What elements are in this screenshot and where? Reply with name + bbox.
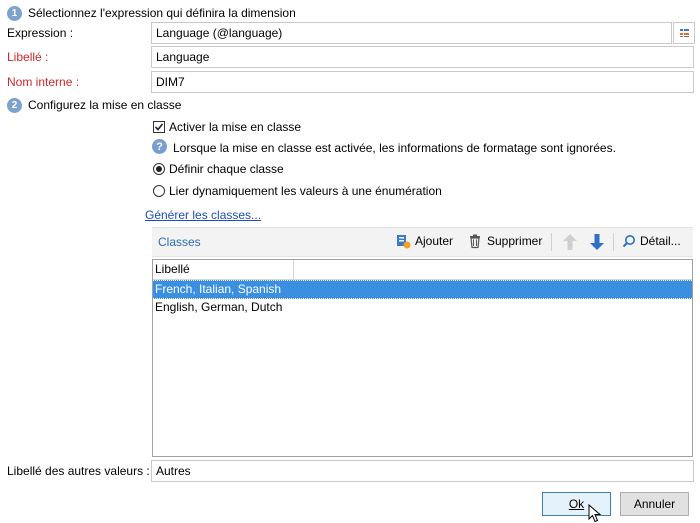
step-2-title: Configurez la mise en classe bbox=[28, 98, 182, 112]
table-row[interactable]: French, Italian, Spanish bbox=[153, 280, 692, 299]
move-down-button[interactable] bbox=[589, 233, 605, 254]
generate-classes-link[interactable]: Générer les classes... bbox=[145, 208, 261, 222]
classes-grid[interactable]: Libellé French, Italian, Spanish English… bbox=[152, 259, 693, 457]
definir-label[interactable]: Définir chaque classe bbox=[169, 162, 284, 176]
move-up-button[interactable] bbox=[562, 233, 578, 254]
grid-header: Libellé bbox=[153, 260, 692, 280]
nom-interne-field[interactable]: DIM7 bbox=[151, 71, 694, 93]
other-values-label: Libellé des autres valeurs : bbox=[7, 464, 150, 478]
mouse-cursor-icon bbox=[588, 504, 602, 523]
info-text: Lorsque la mise en classe est activée, l… bbox=[173, 141, 616, 155]
add-label: Ajouter bbox=[415, 234, 454, 248]
ok-label: Ok bbox=[568, 497, 585, 511]
step-1-badge: 1 bbox=[7, 6, 22, 21]
other-values-field[interactable]: Autres bbox=[151, 460, 694, 482]
arrow-down-icon bbox=[590, 234, 604, 250]
help-icon: ? bbox=[152, 139, 167, 154]
expression-field[interactable]: Language (@language) bbox=[151, 22, 672, 44]
expression-editor-button[interactable] bbox=[673, 22, 695, 44]
arrow-up-icon bbox=[563, 234, 577, 250]
table-row[interactable]: English, German, Dutch bbox=[153, 299, 692, 316]
libelle-field[interactable]: Language bbox=[151, 46, 694, 68]
lier-label[interactable]: Lier dynamiquement les valeurs à une énu… bbox=[169, 184, 442, 198]
classes-toolbar: Classes Ajouter Supprimer Détail... bbox=[152, 227, 693, 257]
radio-selected-dot bbox=[156, 166, 162, 172]
detail-label: Détail... bbox=[640, 234, 681, 248]
step-2-badge: 2 bbox=[7, 98, 22, 113]
classes-title: Classes bbox=[158, 235, 201, 249]
nom-interne-label: Nom interne : bbox=[7, 75, 80, 89]
add-button[interactable]: Ajouter bbox=[395, 233, 453, 249]
activer-label[interactable]: Activer la mise en classe bbox=[169, 120, 301, 134]
expression-editor-icon bbox=[680, 29, 689, 37]
checkmark-icon bbox=[154, 123, 164, 131]
magnifier-icon bbox=[622, 235, 635, 248]
cancel-label: Annuler bbox=[633, 497, 676, 511]
step-1-title: Sélectionnez l'expression qui définira l… bbox=[28, 6, 296, 20]
libelle-label: Libellé : bbox=[7, 50, 49, 64]
toolbar-separator bbox=[551, 233, 552, 251]
toolbar-separator bbox=[613, 233, 614, 251]
detail-button[interactable]: Détail... bbox=[622, 234, 681, 248]
delete-label: Supprimer bbox=[487, 234, 543, 248]
expression-label: Expression : bbox=[7, 26, 74, 40]
cancel-button[interactable]: Annuler bbox=[620, 492, 689, 516]
add-icon bbox=[397, 235, 411, 249]
lier-radio[interactable] bbox=[153, 185, 165, 197]
activer-checkbox[interactable] bbox=[153, 121, 165, 133]
trash-icon bbox=[470, 234, 480, 249]
delete-button[interactable]: Supprimer bbox=[467, 233, 542, 249]
column-header-libelle[interactable]: Libellé bbox=[153, 260, 294, 279]
definir-radio[interactable] bbox=[153, 163, 165, 175]
